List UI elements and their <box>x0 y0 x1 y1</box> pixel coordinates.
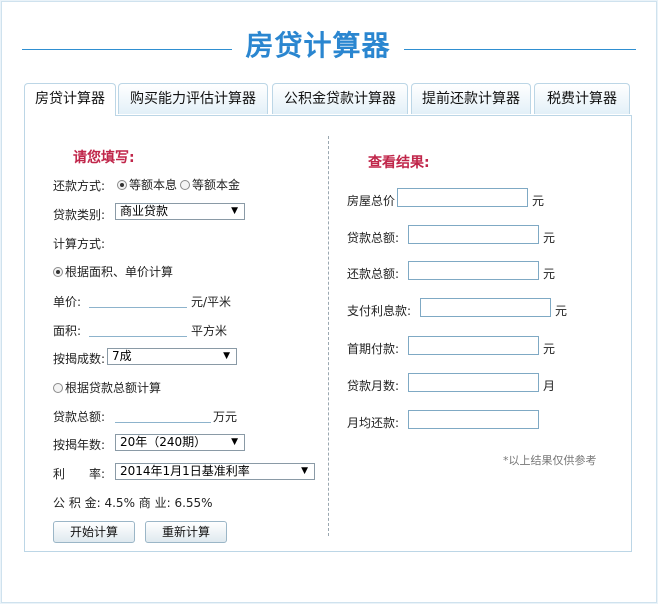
title-rule-left <box>22 49 232 50</box>
loan-total-result-unit: 元 <box>543 231 556 245</box>
unit-price-label: 单价: <box>53 295 82 309</box>
repay-method-label: 还款方式: <box>53 179 106 193</box>
tab-tax-calculator[interactable]: 税费计算器 <box>534 83 630 114</box>
loan-total-input-line[interactable] <box>115 422 211 423</box>
loan-type-select[interactable]: 商业贷款 ▼ <box>115 203 245 220</box>
interest-paid-output[interactable] <box>420 298 551 317</box>
interest-paid-label: 支付利息款: <box>347 304 412 318</box>
loan-total-label: 贷款总额: <box>53 410 106 424</box>
down-payment-label: 首期付款: <box>347 342 400 356</box>
tab-prepayment-calculator[interactable]: 提前还款计算器 <box>411 83 531 114</box>
house-total-label: 房屋总价 <box>347 194 396 208</box>
down-payment-unit: 元 <box>543 342 556 356</box>
tab-provident-fund-calculator[interactable]: 公积金贷款计算器 <box>272 83 408 114</box>
interest-paid-unit: 元 <box>555 304 568 318</box>
mortgage-ratio-select[interactable]: 7成 ▼ <box>107 348 237 365</box>
loan-months-output[interactable] <box>408 373 539 392</box>
result-heading: 查看结果: <box>368 155 430 171</box>
tab-affordability-calculator[interactable]: 购买能力评估计算器 <box>118 83 268 114</box>
loan-total-unit: 万元 <box>213 410 238 424</box>
start-calculation-button[interactable]: 开始计算 <box>53 521 135 543</box>
result-disclaimer: *以上结果仅供参考 <box>503 454 597 467</box>
dropdown-arrow-icon: ▼ <box>223 351 230 361</box>
area-input[interactable] <box>89 336 187 337</box>
loan-total-result-label: 贷款总额: <box>347 231 400 245</box>
mode-by-area-radio[interactable]: 根据面积、单价计算 <box>53 263 173 280</box>
radio-checked-icon <box>117 180 127 190</box>
repay-equal-installment-radio[interactable]: 等额本息 <box>117 176 177 193</box>
dropdown-arrow-icon: ▼ <box>231 437 238 447</box>
mortgage-years-label: 按揭年数: <box>53 438 106 452</box>
calculator-panel: 请您填写: 还款方式: 等额本息 等额本金 贷款类别: 商业贷款 ▼ 计算方式: … <box>24 115 632 552</box>
interest-rate-label: 利 率: <box>53 467 106 481</box>
dropdown-arrow-icon: ▼ <box>301 466 308 476</box>
unit-price-unit: 元/平米 <box>191 295 232 309</box>
unit-price-input[interactable] <box>89 307 187 308</box>
repay-total-output[interactable] <box>408 261 539 280</box>
monthly-payment-label: 月均还款: <box>347 416 400 430</box>
mortgage-years-select[interactable]: 20年（240期） ▼ <box>115 434 245 451</box>
area-unit: 平方米 <box>191 324 228 338</box>
house-total-output[interactable] <box>397 188 528 207</box>
loan-months-label: 贷款月数: <box>347 379 400 393</box>
down-payment-output[interactable] <box>408 336 539 355</box>
loan-total-output[interactable] <box>408 225 539 244</box>
panel-divider <box>328 136 329 536</box>
repay-total-unit: 元 <box>543 267 556 281</box>
loan-type-label: 贷款类别: <box>53 208 106 222</box>
mortgage-ratio-label: 按揭成数: <box>53 352 106 366</box>
calc-mode-label: 计算方式: <box>53 237 106 251</box>
radio-unchecked-icon <box>53 383 63 393</box>
reset-calculation-button[interactable]: 重新计算 <box>145 521 227 543</box>
title-rule-right <box>404 49 636 50</box>
interest-rate-select[interactable]: 2014年1月1日基准利率 ▼ <box>115 463 315 480</box>
mode-by-total-radio[interactable]: 根据贷款总额计算 <box>53 379 161 396</box>
rate-info-text: 公 积 金: 4.5% 商 业: 6.55% <box>53 496 213 510</box>
page-title: 房贷计算器 <box>245 29 391 62</box>
radio-checked-icon <box>53 267 63 277</box>
dropdown-arrow-icon: ▼ <box>231 206 238 216</box>
loan-months-unit: 月 <box>543 379 556 393</box>
monthly-payment-output[interactable] <box>408 410 539 429</box>
tab-mortgage-calculator[interactable]: 房贷计算器 <box>24 83 116 116</box>
radio-unchecked-icon <box>180 180 190 190</box>
form-heading: 请您填写: <box>73 150 135 166</box>
repay-total-label: 还款总额: <box>347 267 400 281</box>
house-total-unit: 元 <box>532 194 545 208</box>
area-label: 面积: <box>53 324 82 338</box>
repay-equal-principal-radio[interactable]: 等额本金 <box>180 176 240 193</box>
